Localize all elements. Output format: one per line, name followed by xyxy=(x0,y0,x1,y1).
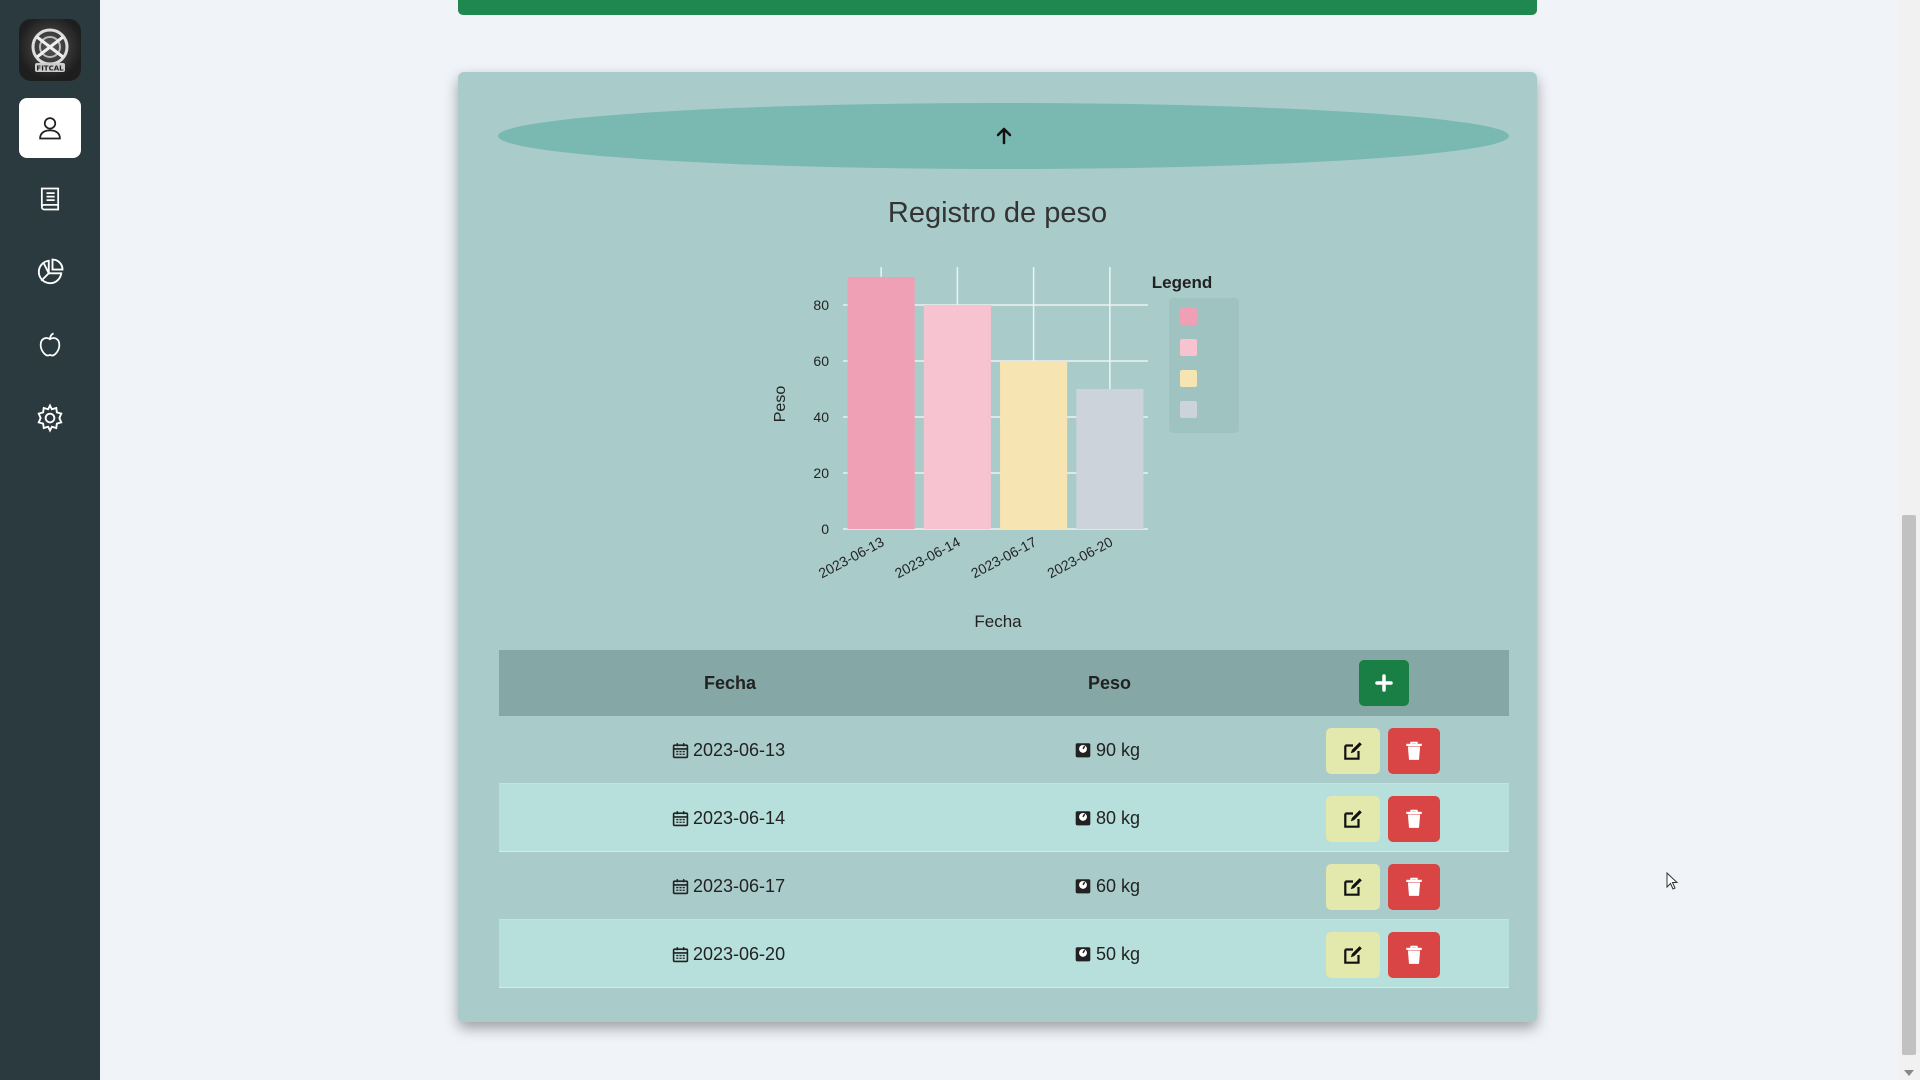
plus-icon xyxy=(1375,674,1393,692)
weight-record-card: Registro de peso 0 20 40 60 80 2023-06-13 202… xyxy=(458,72,1537,1022)
bar-2023-06-13[interactable] xyxy=(847,277,915,529)
delete-button[interactable] xyxy=(1388,932,1440,978)
cell-fecha: 2023-06-14 xyxy=(672,784,785,852)
weight-scale-icon xyxy=(1075,947,1091,962)
y-axis-ticks: 0 20 40 60 80 xyxy=(813,297,829,537)
trash-icon xyxy=(1406,741,1422,760)
bar-2023-06-20[interactable] xyxy=(1076,389,1144,529)
table-row: 2023-06-14 80 kg xyxy=(499,784,1509,852)
y-tick-label: 60 xyxy=(813,353,829,369)
delete-button[interactable] xyxy=(1388,864,1440,910)
calendar-icon xyxy=(672,742,689,758)
weight-bar-chart: 0 20 40 60 80 2023-06-13 2023-06-14 2023-06-17… xyxy=(772,267,1239,631)
peso-value: 50 kg xyxy=(1096,943,1141,964)
peso-value: 90 kg xyxy=(1096,739,1141,760)
header-fecha: Fecha xyxy=(704,672,757,693)
user-icon xyxy=(39,117,61,140)
chart-bars xyxy=(847,277,1144,529)
edit-icon xyxy=(1344,742,1362,760)
chart-pie-icon xyxy=(37,258,64,285)
y-tick-label: 40 xyxy=(813,409,829,425)
scroll-down-arrow-icon[interactable] xyxy=(1904,1070,1914,1076)
legend-box xyxy=(1169,298,1239,433)
edit-icon xyxy=(1344,946,1362,964)
x-tick-label: 2023-06-17 xyxy=(968,533,1039,581)
trash-icon xyxy=(1406,809,1422,828)
legend-swatch[interactable] xyxy=(1180,339,1197,356)
header-peso: Peso xyxy=(1088,672,1132,693)
weight-table: Fecha Peso 2023-06-13 90 kg 2023-06-14 80 k… xyxy=(499,650,1509,988)
sidebar: FITCAL xyxy=(0,0,100,1080)
page-scrollbar[interactable] xyxy=(1898,0,1920,1080)
apple-icon xyxy=(39,332,61,357)
cell-peso: 80 kg xyxy=(1074,784,1140,852)
legend-swatch[interactable] xyxy=(1180,401,1197,418)
nav-diary[interactable] xyxy=(19,169,81,229)
scrollbar-thumb[interactable] xyxy=(1902,515,1916,1055)
fecha-value: 2023-06-14 xyxy=(693,807,786,828)
app-logo[interactable]: FITCAL xyxy=(19,19,81,81)
bar-2023-06-17[interactable] xyxy=(1000,361,1068,529)
weight-scale-icon xyxy=(1075,743,1091,758)
cell-peso: 50 kg xyxy=(1074,920,1140,988)
x-axis-ticks: 2023-06-13 2023-06-14 2023-06-17 2023-06-20 xyxy=(816,533,1116,581)
peso-value: 80 kg xyxy=(1096,807,1141,828)
cell-fecha: 2023-06-17 xyxy=(672,852,785,920)
legend-swatch[interactable] xyxy=(1180,308,1197,325)
add-record-button[interactable] xyxy=(1359,660,1409,706)
edit-button[interactable] xyxy=(1326,864,1380,910)
edit-button[interactable] xyxy=(1326,796,1380,842)
weight-scale-icon xyxy=(1075,811,1091,826)
legend-title: Legend xyxy=(1152,273,1212,292)
gear-icon xyxy=(37,403,63,433)
trash-icon xyxy=(1406,945,1422,964)
edit-button[interactable] xyxy=(1326,728,1380,774)
table-row: 2023-06-20 50 kg xyxy=(499,920,1509,988)
fecha-value: 2023-06-13 xyxy=(693,739,786,760)
x-axis-label: Fecha xyxy=(974,612,1022,631)
cell-fecha: 2023-06-20 xyxy=(672,920,785,988)
calendar-icon xyxy=(672,878,689,894)
delete-button[interactable] xyxy=(1388,796,1440,842)
calendar-icon xyxy=(672,946,689,962)
y-tick-label: 20 xyxy=(813,465,829,481)
trash-icon xyxy=(1406,877,1422,896)
table-header: Fecha Peso xyxy=(499,650,1509,716)
calendar-icon xyxy=(672,810,689,826)
edit-button[interactable] xyxy=(1326,932,1380,978)
x-tick-label: 2023-06-14 xyxy=(892,533,963,581)
nav-statistics[interactable] xyxy=(19,242,81,302)
legend-swatch[interactable] xyxy=(1180,370,1197,387)
table-body: 2023-06-13 90 kg 2023-06-14 80 kg 2023-06-17… xyxy=(499,716,1509,988)
chart-legend: Legend xyxy=(1152,273,1239,433)
y-axis-label: Peso xyxy=(772,386,789,423)
cell-peso: 60 kg xyxy=(1074,852,1140,920)
fecha-value: 2023-06-20 xyxy=(693,943,786,964)
nav-nutrition[interactable] xyxy=(19,315,81,375)
delete-button[interactable] xyxy=(1388,728,1440,774)
edit-icon xyxy=(1344,878,1362,896)
y-tick-label: 80 xyxy=(813,297,829,313)
previous-card-bottom xyxy=(458,0,1537,15)
nav-profile[interactable] xyxy=(19,98,81,158)
x-tick-label: 2023-06-13 xyxy=(816,533,887,581)
cell-fecha: 2023-06-13 xyxy=(672,716,785,784)
x-tick-label: 2023-06-20 xyxy=(1045,533,1116,581)
edit-icon xyxy=(1344,810,1362,828)
nav-settings[interactable] xyxy=(19,388,81,448)
peso-value: 60 kg xyxy=(1096,875,1141,896)
table-row: 2023-06-13 90 kg xyxy=(499,716,1509,784)
cell-peso: 90 kg xyxy=(1074,716,1140,784)
bar-2023-06-14[interactable] xyxy=(923,305,991,529)
table-row: 2023-06-17 60 kg xyxy=(499,852,1509,920)
book-icon xyxy=(40,187,60,211)
mouse-cursor-icon xyxy=(1666,872,1679,890)
logo-text: FITCAL xyxy=(36,65,64,73)
weight-scale-icon xyxy=(1075,879,1091,894)
fecha-value: 2023-06-17 xyxy=(693,875,786,896)
y-tick-label: 0 xyxy=(821,521,829,537)
fitcal-logo-icon: FITCAL xyxy=(31,28,69,73)
